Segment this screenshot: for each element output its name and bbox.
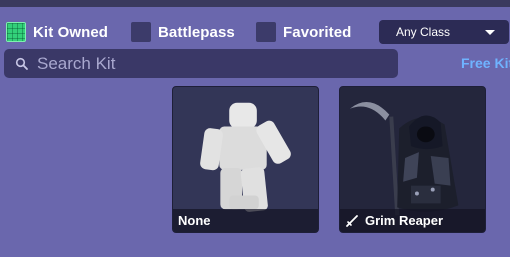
battlepass-checkbox[interactable] bbox=[131, 22, 151, 42]
kit-owned-label: Kit Owned bbox=[33, 23, 109, 41]
kit-card-none[interactable]: None bbox=[172, 86, 319, 233]
free-kit-link[interactable]: Free Kit bbox=[461, 55, 510, 71]
search-input[interactable] bbox=[35, 52, 379, 75]
kit-name: Grim Reaper bbox=[365, 213, 444, 228]
favorited-filter[interactable]: Favorited bbox=[256, 22, 351, 42]
kit-owned-checkbox[interactable] bbox=[6, 22, 26, 42]
chevron-down-icon bbox=[485, 30, 495, 35]
search-icon bbox=[15, 57, 28, 70]
kit-card-grim-reaper[interactable]: Grim Reaper bbox=[339, 86, 486, 233]
battlepass-filter[interactable]: Battlepass bbox=[131, 22, 235, 42]
favorited-checkbox[interactable] bbox=[256, 22, 276, 42]
kit-card-label: Grim Reaper bbox=[340, 209, 485, 232]
kit-card-label: None bbox=[173, 209, 318, 232]
top-bar bbox=[0, 0, 510, 7]
class-dropdown-value: Any Class bbox=[396, 25, 451, 39]
class-dropdown[interactable]: Any Class bbox=[379, 20, 509, 44]
battlepass-label: Battlepass bbox=[158, 23, 235, 41]
kit-name: None bbox=[178, 213, 211, 228]
kit-owned-filter[interactable]: Kit Owned bbox=[6, 22, 108, 42]
search-bar[interactable] bbox=[4, 49, 398, 78]
favorited-label: Favorited bbox=[283, 23, 352, 41]
sword-icon bbox=[346, 214, 358, 227]
